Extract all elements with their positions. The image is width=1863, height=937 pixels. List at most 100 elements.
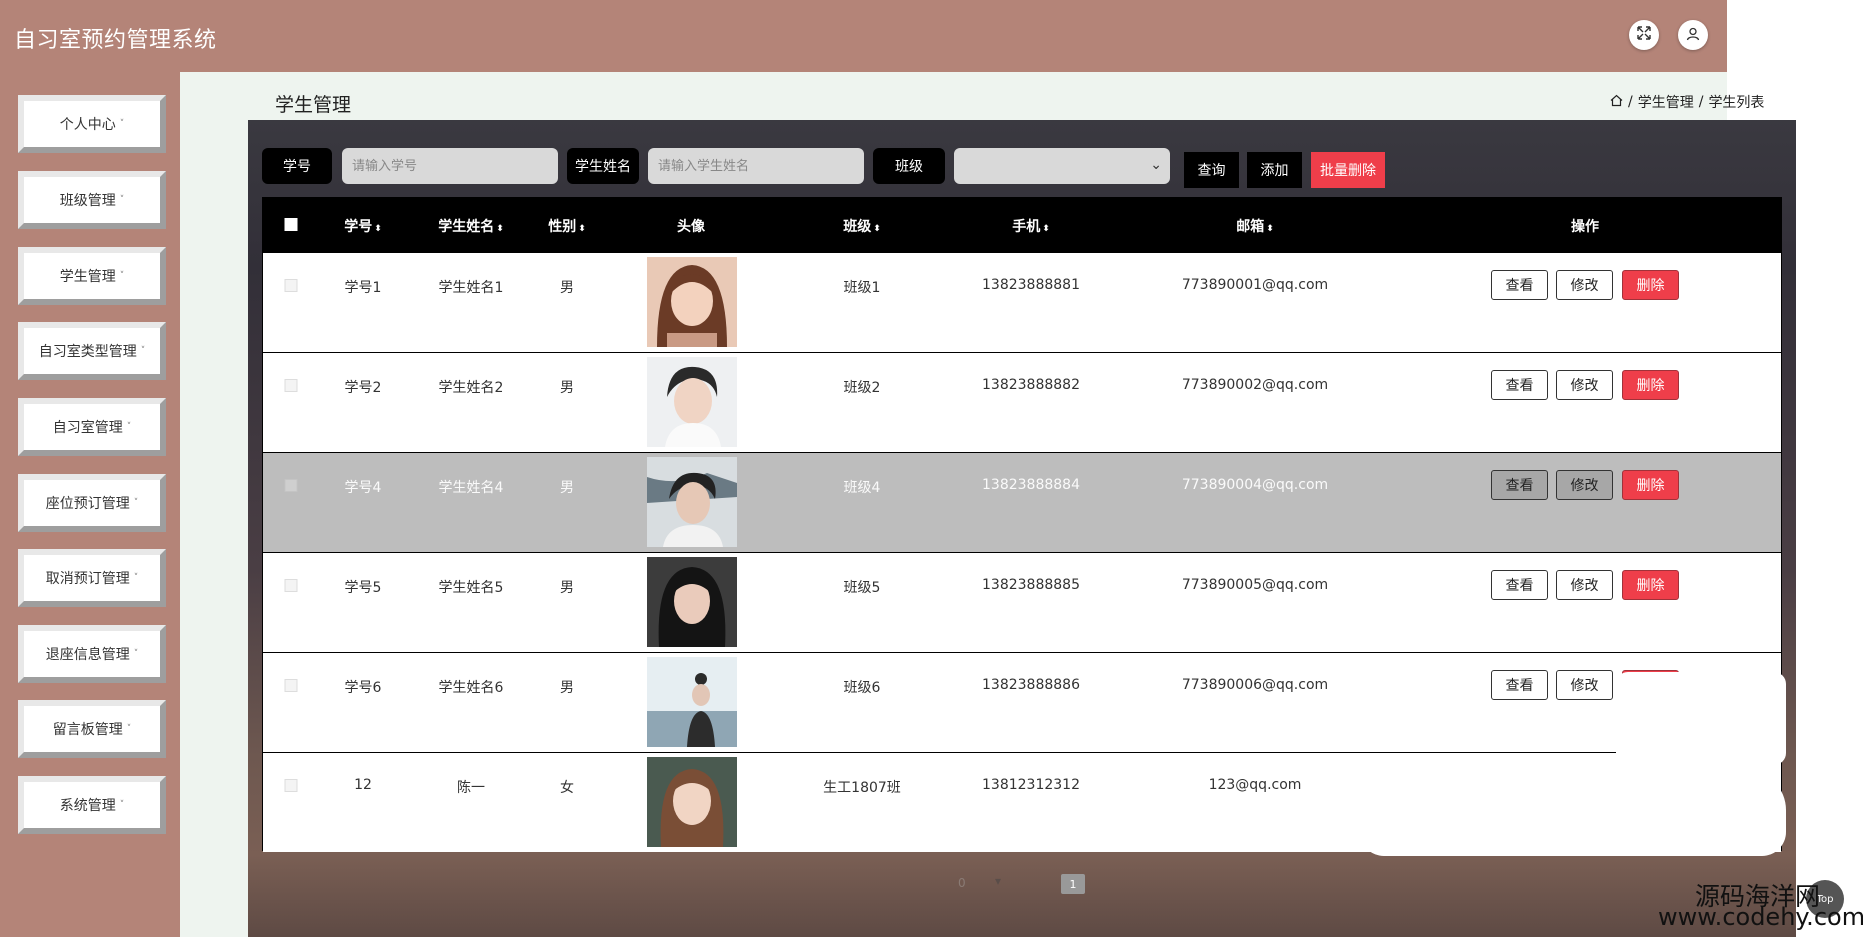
cell-phone: 13823888881 bbox=[982, 277, 1080, 293]
row-checkbox[interactable] bbox=[284, 379, 298, 392]
page-size-select[interactable]: 0 bbox=[958, 876, 966, 890]
chevron-down-icon: ˅ bbox=[119, 271, 125, 281]
table-row: 学号5 学生姓名5 男 班级5 13823888885 773890005@qq… bbox=[263, 552, 1781, 652]
sidebar-item-cancel-booking[interactable]: 取消预订管理 ˅ bbox=[18, 549, 166, 607]
cell-student-no: 12 bbox=[354, 777, 372, 793]
edit-button[interactable]: 修改 bbox=[1556, 470, 1613, 500]
cell-student-no: 学号4 bbox=[344, 480, 382, 496]
home-icon[interactable] bbox=[1610, 94, 1623, 111]
chevron-down-icon: ˅ bbox=[119, 119, 125, 129]
class-label: 班级 bbox=[873, 148, 945, 184]
sidebar-item-room-management[interactable]: 自习室管理 ˅ bbox=[18, 398, 166, 456]
cell-email: 773890005@qq.com bbox=[1181, 577, 1329, 593]
overlay-patch bbox=[1360, 770, 1786, 856]
row-checkbox[interactable] bbox=[284, 779, 298, 792]
avatar bbox=[647, 557, 737, 647]
fullscreen-button[interactable] bbox=[1629, 20, 1659, 50]
view-button[interactable]: 查看 bbox=[1491, 570, 1548, 600]
row-checkbox[interactable] bbox=[284, 479, 298, 492]
sidebar-item-student-management[interactable]: 学生管理 ˅ bbox=[18, 247, 166, 305]
edit-button[interactable]: 修改 bbox=[1556, 570, 1613, 600]
chevron-down-icon: ˅ bbox=[133, 649, 139, 659]
sidebar-item-personal-center[interactable]: 个人中心 ˅ bbox=[18, 95, 166, 153]
class-select[interactable]: ⌄ bbox=[954, 148, 1170, 184]
edit-button[interactable]: 修改 bbox=[1556, 270, 1613, 300]
chevron-down-icon: ˅ bbox=[119, 800, 125, 810]
sort-icon: ⬍ bbox=[496, 224, 504, 234]
cell-student-no: 学号5 bbox=[344, 580, 382, 596]
th-class[interactable]: 班级 ⬍ bbox=[843, 216, 881, 236]
breadcrumb-student-management[interactable]: 学生管理 bbox=[1638, 92, 1694, 112]
chevron-down-icon: ˅ bbox=[133, 573, 139, 583]
page-number-button[interactable]: 1 bbox=[1061, 874, 1085, 894]
chevron-down-icon: ˅ bbox=[140, 346, 146, 356]
cell-gender: 男 bbox=[560, 380, 574, 396]
cell-phone: 13823888884 bbox=[982, 477, 1080, 493]
chevron-down-icon: ˅ bbox=[119, 195, 125, 205]
view-button[interactable]: 查看 bbox=[1491, 270, 1548, 300]
cell-class: 班级5 bbox=[843, 580, 881, 596]
cell-class: 班级1 bbox=[843, 280, 881, 296]
sort-icon: ⬍ bbox=[578, 224, 586, 234]
sort-icon: ⬍ bbox=[1042, 224, 1050, 234]
overlay-patch bbox=[1616, 672, 1786, 765]
chevron-down-icon: ⌄ bbox=[1150, 157, 1162, 173]
user-icon bbox=[1686, 26, 1700, 45]
sidebar-item-system-management[interactable]: 系统管理 ˅ bbox=[18, 776, 166, 834]
sidebar-item-seat-booking[interactable]: 座位预订管理 ˅ bbox=[18, 474, 166, 532]
chevron-down-icon[interactable]: ▾ bbox=[995, 874, 1001, 888]
delete-button[interactable]: 删除 bbox=[1622, 570, 1679, 600]
sidebar-item-message-board[interactable]: 留言板管理 ˅ bbox=[18, 700, 166, 758]
delete-button[interactable]: 删除 bbox=[1622, 370, 1679, 400]
th-email[interactable]: 邮箱 ⬍ bbox=[1236, 216, 1274, 236]
th-phone[interactable]: 手机 ⬍ bbox=[1012, 216, 1050, 236]
student-name-label: 学生姓名 bbox=[567, 148, 639, 184]
row-checkbox[interactable] bbox=[284, 679, 298, 692]
sidebar-item-seat-return[interactable]: 退座信息管理 ˅ bbox=[18, 625, 166, 683]
chevron-down-icon: ˅ bbox=[126, 724, 132, 734]
cell-student-no: 学号2 bbox=[344, 380, 382, 396]
th-student-name[interactable]: 学生姓名 ⬍ bbox=[438, 216, 504, 236]
student-no-input[interactable] bbox=[342, 148, 558, 184]
cell-email: 773890004@qq.com bbox=[1181, 477, 1329, 493]
cell-class: 班级2 bbox=[843, 380, 881, 396]
student-table: 学号 ⬍ 学生姓名 ⬍ 性别 ⬍ 头像 班级 ⬍ 手机 ⬍ 邮箱 ⬍ 操作 学号1 学生姓名… bbox=[262, 197, 1782, 852]
edit-button[interactable]: 修改 bbox=[1556, 670, 1613, 700]
view-button[interactable]: 查看 bbox=[1491, 670, 1548, 700]
table-row: 学号2 学生姓名2 男 班级2 13823888882 773890002@qq… bbox=[263, 352, 1781, 452]
sidebar-item-class-management[interactable]: 班级管理 ˅ bbox=[18, 171, 166, 229]
batch-delete-button[interactable]: 批量删除 bbox=[1311, 152, 1385, 188]
cell-gender: 男 bbox=[560, 680, 574, 696]
row-checkbox[interactable] bbox=[284, 279, 298, 292]
cell-email: 773890006@qq.com bbox=[1181, 677, 1329, 693]
select-all-checkbox[interactable] bbox=[284, 218, 298, 231]
delete-button[interactable]: 删除 bbox=[1622, 270, 1679, 300]
user-button[interactable] bbox=[1678, 20, 1708, 50]
delete-button[interactable]: 删除 bbox=[1622, 470, 1679, 500]
sidebar-item-room-type-management[interactable]: 自习室类型管理 ˅ bbox=[18, 322, 166, 380]
expand-icon bbox=[1636, 25, 1652, 45]
edit-button[interactable]: 修改 bbox=[1556, 370, 1613, 400]
view-button[interactable]: 查看 bbox=[1491, 470, 1548, 500]
page-title: 学生管理 bbox=[275, 94, 352, 116]
cell-gender: 男 bbox=[560, 280, 574, 296]
row-checkbox[interactable] bbox=[284, 579, 298, 592]
table-row: 学号6 学生姓名6 男 班级6 13823888886 773890006@qq… bbox=[263, 652, 1781, 752]
query-button[interactable]: 查询 bbox=[1184, 152, 1239, 188]
view-button[interactable]: 查看 bbox=[1491, 370, 1548, 400]
cell-gender: 女 bbox=[560, 780, 574, 796]
top-header: 自习室预约管理系统 bbox=[0, 0, 1727, 72]
cell-student-no: 学号1 bbox=[344, 280, 382, 296]
cell-email: 123@qq.com bbox=[1208, 777, 1302, 793]
table-header: 学号 ⬍ 学生姓名 ⬍ 性别 ⬍ 头像 班级 ⬍ 手机 ⬍ 邮箱 ⬍ 操作 bbox=[263, 198, 1781, 252]
th-gender[interactable]: 性别 ⬍ bbox=[548, 216, 586, 236]
cell-student-name: 陈一 bbox=[457, 780, 485, 796]
add-button[interactable]: 添加 bbox=[1247, 152, 1302, 188]
cell-email: 773890002@qq.com bbox=[1181, 377, 1329, 393]
chevron-down-icon: ˅ bbox=[126, 422, 132, 432]
th-student-no[interactable]: 学号 ⬍ bbox=[344, 216, 382, 236]
cell-student-name: 学生姓名1 bbox=[438, 280, 504, 296]
chevron-down-icon: ˅ bbox=[133, 498, 139, 508]
student-name-input[interactable] bbox=[648, 148, 864, 184]
cell-class: 班级4 bbox=[843, 480, 881, 496]
